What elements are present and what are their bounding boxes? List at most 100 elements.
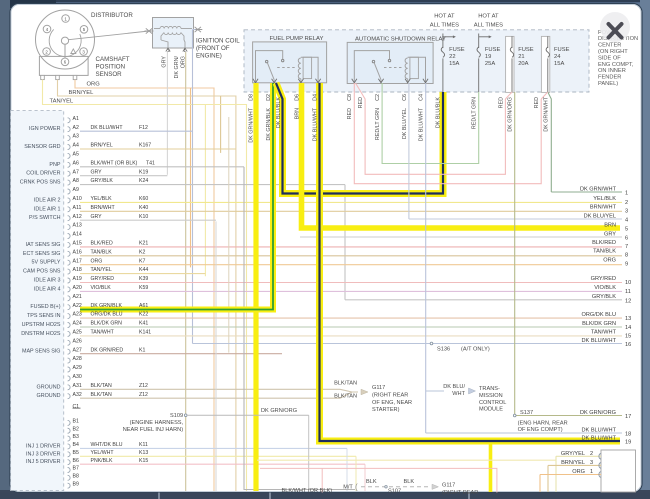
- svg-text:YEL/WHT: YEL/WHT: [91, 450, 115, 456]
- svg-text:DK GRN/BLK: DK GRN/BLK: [266, 108, 272, 141]
- svg-text:GRY: GRY: [91, 169, 103, 175]
- svg-text:INJ 3 DRIVER: INJ 3 DRIVER: [26, 451, 61, 457]
- svg-text:B2: B2: [73, 426, 79, 432]
- svg-text:UPSTRM HO2S: UPSTRM HO2S: [22, 322, 61, 328]
- svg-text:(ENGINE HARNESS,: (ENGINE HARNESS,: [130, 420, 184, 426]
- svg-text:BLK/TAN: BLK/TAN: [91, 383, 112, 389]
- svg-text:K44: K44: [139, 267, 148, 273]
- svg-text:3: 3: [590, 460, 593, 466]
- svg-text:A16: A16: [73, 249, 82, 255]
- svg-text:FUSE: FUSE: [485, 47, 501, 53]
- svg-text:PNK/BLK: PNK/BLK: [91, 458, 113, 464]
- svg-text:ENG COMPT,: ENG COMPT,: [598, 62, 634, 68]
- svg-text:B8: B8: [73, 473, 79, 479]
- svg-text:MODULE: MODULE: [479, 407, 503, 413]
- svg-text:K59: K59: [139, 285, 148, 291]
- svg-text:A9: A9: [73, 187, 79, 193]
- svg-text:A19: A19: [73, 276, 82, 282]
- svg-text:A5: A5: [73, 152, 79, 158]
- svg-text:ORG: ORG: [181, 56, 187, 68]
- svg-text:RED: RED: [499, 97, 505, 108]
- svg-text:F12: F12: [139, 125, 148, 131]
- svg-text:A17: A17: [73, 258, 82, 264]
- svg-text:FUSE: FUSE: [518, 47, 534, 53]
- svg-text:C8: C8: [347, 94, 353, 101]
- svg-text:K10: K10: [139, 214, 148, 220]
- svg-text:2: 2: [625, 200, 628, 206]
- svg-text:PANEL): PANEL): [598, 81, 618, 87]
- svg-text:DK BLU/YEL: DK BLU/YEL: [584, 213, 616, 219]
- svg-text:GRY/BLK: GRY/BLK: [592, 294, 616, 300]
- svg-text:DK BLU/BLK: DK BLU/BLK: [436, 97, 442, 129]
- svg-text:GRY/RED: GRY/RED: [91, 276, 115, 282]
- svg-text:ORG: ORG: [572, 469, 585, 475]
- svg-text:BLK/TAN: BLK/TAN: [91, 392, 112, 398]
- svg-text:(RIGHT REAR: (RIGHT REAR: [372, 392, 408, 398]
- svg-text:A31: A31: [73, 383, 82, 389]
- svg-text:ALL TIMES: ALL TIMES: [430, 23, 459, 29]
- svg-text:ORG/DK BLU: ORG/DK BLU: [581, 312, 616, 318]
- svg-text:ON INNER: ON INNER: [598, 68, 626, 74]
- svg-text:TAN/WHT: TAN/WHT: [591, 329, 617, 335]
- svg-text:RED: RED: [534, 97, 540, 108]
- svg-text:15A: 15A: [554, 61, 564, 67]
- svg-text:BLK/DK GRN: BLK/DK GRN: [91, 321, 123, 327]
- svg-text:24: 24: [554, 54, 561, 60]
- svg-text:G117: G117: [372, 385, 385, 391]
- svg-text:S107: S107: [388, 489, 401, 495]
- svg-text:BLK/TAN: BLK/TAN: [334, 381, 357, 387]
- svg-text:CENTER: CENTER: [598, 43, 621, 49]
- svg-text:FUSE: FUSE: [554, 47, 570, 53]
- svg-text:DK BLU/BLK: DK BLU/BLK: [276, 97, 282, 129]
- svg-text:Z12: Z12: [139, 392, 148, 398]
- svg-text:HOT AT: HOT AT: [478, 13, 499, 19]
- svg-text:K15: K15: [139, 458, 148, 464]
- svg-text:GRY: GRY: [162, 56, 168, 68]
- svg-text:4: 4: [625, 218, 628, 224]
- svg-text:ECT SENS SIG: ECT SENS SIG: [23, 251, 61, 257]
- svg-text:DK BLU/WHT: DK BLU/WHT: [582, 427, 617, 433]
- svg-text:9: 9: [625, 262, 628, 268]
- svg-text:DK BLU/WHT: DK BLU/WHT: [582, 435, 617, 441]
- svg-text:K39: K39: [139, 276, 148, 282]
- svg-text:IDLE AIR 3: IDLE AIR 3: [34, 278, 61, 284]
- svg-text:K40: K40: [139, 205, 148, 211]
- svg-text:TPS SENS IN: TPS SENS IN: [27, 313, 61, 319]
- svg-text:2: 2: [167, 48, 170, 53]
- svg-text:C6: C6: [402, 94, 408, 101]
- svg-text:A1: A1: [73, 116, 79, 122]
- svg-text:FUSE: FUSE: [449, 47, 465, 53]
- svg-text:WHT: WHT: [452, 391, 465, 397]
- svg-text:25A: 25A: [485, 61, 495, 67]
- svg-text:GRY/BLK: GRY/BLK: [91, 178, 114, 184]
- svg-text:TAN/WHT: TAN/WHT: [91, 330, 115, 336]
- svg-text:SIDE OF: SIDE OF: [598, 55, 621, 61]
- svg-text:GRY/YEL: GRY/YEL: [561, 451, 585, 457]
- svg-text:DK BLU/WHT: DK BLU/WHT: [313, 107, 319, 141]
- svg-text:IGNITION COIL: IGNITION COIL: [196, 38, 240, 45]
- svg-text:DK BLU/WHT: DK BLU/WHT: [419, 107, 425, 141]
- svg-text:TAN/BLK: TAN/BLK: [91, 249, 113, 255]
- svg-text:A18: A18: [73, 267, 82, 273]
- svg-text:(ENG HARN, REAR: (ENG HARN, REAR: [518, 420, 568, 426]
- svg-text:(: (: [355, 483, 358, 492]
- svg-text:CAMSHAFT: CAMSHAFT: [96, 56, 130, 63]
- svg-text:RED/LT GRN: RED/LT GRN: [472, 97, 478, 129]
- svg-text:A7: A7: [73, 169, 79, 175]
- svg-text:CRNK POS SNS: CRNK POS SNS: [20, 180, 61, 186]
- svg-text:DK GRN/WHT: DK GRN/WHT: [544, 96, 550, 131]
- svg-text:DK GRN/ORG: DK GRN/ORG: [261, 408, 297, 414]
- svg-text:DK GRN/WHT: DK GRN/WHT: [249, 107, 255, 142]
- svg-text:10: 10: [625, 280, 631, 286]
- svg-text:BRN/YEL: BRN/YEL: [561, 460, 585, 466]
- svg-text:C2: C2: [375, 94, 381, 101]
- svg-text:A10: A10: [73, 196, 82, 202]
- svg-text:14: 14: [625, 325, 631, 331]
- svg-text:(A/T ONLY): (A/T ONLY): [461, 347, 490, 353]
- svg-text:A4: A4: [73, 143, 79, 149]
- svg-text:15A: 15A: [449, 61, 459, 67]
- svg-text:GRY/RED: GRY/RED: [591, 276, 616, 282]
- svg-text:DISTRIBUTOR: DISTRIBUTOR: [91, 12, 133, 19]
- svg-text:RED/LT GRN: RED/LT GRN: [375, 108, 381, 140]
- svg-text:TRANS-: TRANS-: [479, 386, 500, 392]
